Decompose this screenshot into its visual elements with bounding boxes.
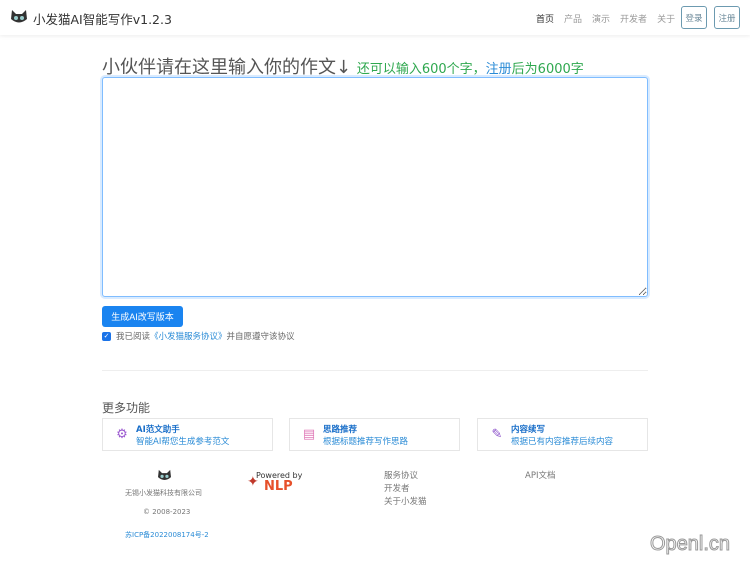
agree-pre: 我已阅读 [116, 332, 151, 342]
footer-link-about[interactable]: 关于小发猫 [384, 495, 427, 507]
generate-button[interactable]: 生成AI改写版本 [102, 306, 183, 327]
agree-checkbox[interactable]: ✓ [102, 331, 111, 341]
limit-text: 后为6000字 [511, 62, 584, 77]
heading-text: 小伙伴请在这里输入你的作文↓ [102, 57, 352, 78]
company-name: 无锡小发猫科技有限公司 [125, 489, 202, 497]
remaining-count: 还可以输入600个字， [356, 62, 486, 77]
navbar: 小发猫AI智能写作v1.2.3 首页 产品 演示 开发者 关于 登录 注册 [0, 0, 750, 35]
robot-icon: ⚙ [116, 427, 128, 442]
service-agreement-link[interactable]: 《小发猫服务协议》 [150, 332, 227, 342]
nav-products[interactable]: 产品 [564, 12, 582, 25]
card-title: AI范文助手 [136, 424, 180, 435]
card-title: 思路推荐 [323, 424, 358, 435]
nav-about[interactable]: 关于 [657, 12, 675, 25]
page-heading: 小伙伴请在这里输入你的作文↓ 还可以输入600个字，注册后为6000字 [102, 53, 584, 79]
card-title: 内容续写 [511, 424, 546, 435]
card-desc: 根据已有内容推荐后续内容 [511, 436, 614, 447]
watermark: Openl.cn [649, 533, 731, 556]
icp-link[interactable]: 苏ICP备2022008174号-2 [125, 530, 209, 540]
login-button[interactable]: 登录 [681, 6, 707, 29]
nav-home[interactable]: 首页 [536, 12, 554, 25]
register-button[interactable]: 注册 [714, 6, 740, 29]
agree-post: 并自愿遵守该协议 [226, 332, 295, 342]
nav-developer[interactable]: 开发者 [620, 12, 647, 25]
agreement-row: ✓ 我已阅读《小发猫服务协议》并自愿遵守该协议 [102, 330, 295, 342]
copyright: © 2008-2023 [143, 508, 191, 516]
footer-link-agreement[interactable]: 服务协议 [384, 469, 418, 481]
card-desc: 智能AI帮您生成参考范文 [136, 436, 230, 447]
nav-demo[interactable]: 演示 [592, 12, 610, 25]
register-link[interactable]: 注册 [486, 62, 512, 77]
card-desc: 根据标题推荐写作思路 [323, 436, 409, 447]
feature-card-ideas[interactable]: ▤ 思路推荐 根据标题推荐写作思路 [289, 418, 460, 451]
cat-logo-icon[interactable] [10, 9, 28, 25]
feature-card-continue[interactable]: ✎ 内容续写 根据已有内容推荐后续内容 [477, 418, 648, 451]
edit-icon: ✎ [491, 427, 503, 442]
brand-title[interactable]: 小发猫AI智能写作v1.2.3 [33, 9, 172, 28]
footer-link-api[interactable]: API文档 [525, 469, 555, 481]
footer-cat-logo-icon [158, 469, 171, 480]
idea-icon: ▤ [302, 427, 316, 442]
essay-input[interactable] [102, 77, 648, 297]
more-features-title: 更多功能 [102, 401, 151, 415]
feature-card-essay[interactable]: ⚙ AI范文助手 智能AI帮您生成参考范文 [102, 418, 273, 451]
footer-link-developer[interactable]: 开发者 [384, 482, 410, 494]
nlp-text: NLP [264, 479, 293, 494]
divider [102, 370, 648, 371]
